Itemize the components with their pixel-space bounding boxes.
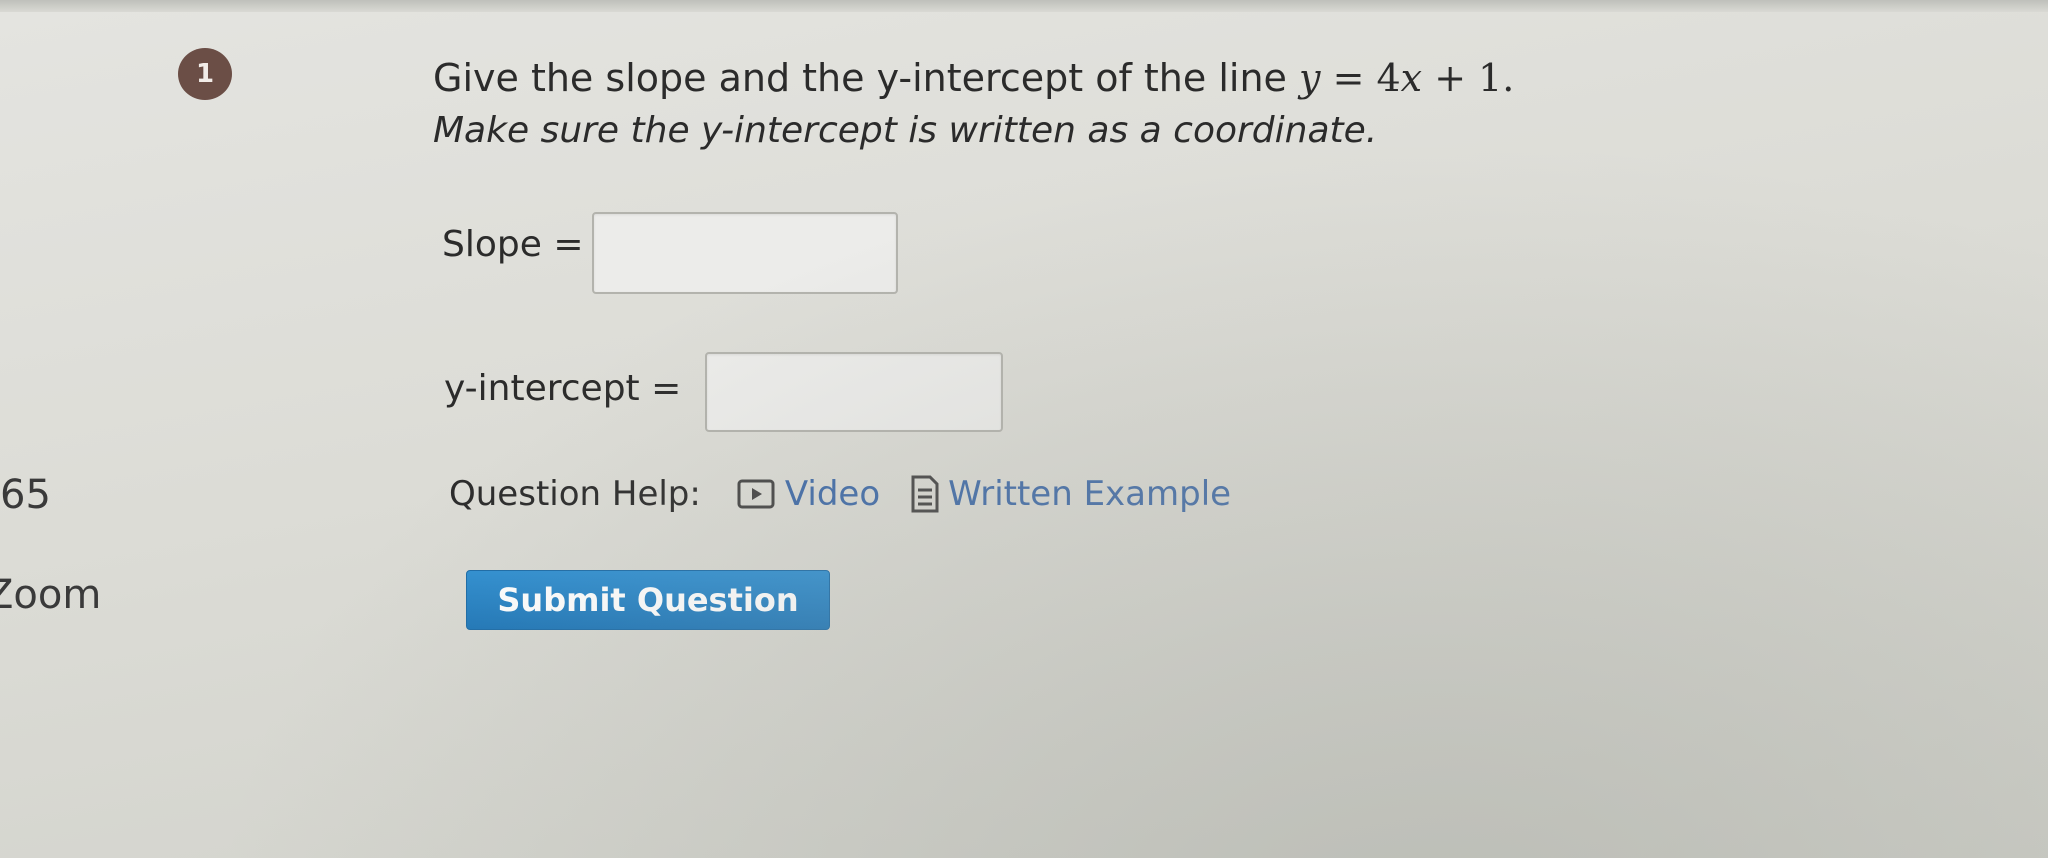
equation-equals: = [1320, 56, 1377, 100]
equation-lhs: y [1299, 56, 1321, 100]
equation: y = 4x + 1. [1299, 56, 1514, 100]
written-example-link[interactable]: Written Example [910, 474, 1231, 514]
equation-period: . [1502, 56, 1515, 100]
question-help-row: Question Help: Video Written Example [449, 474, 1261, 514]
question-help-label: Question Help: [449, 474, 701, 514]
video-help-link[interactable]: Video [737, 474, 880, 514]
slope-input[interactable] [592, 212, 898, 294]
y-intercept-label: y-intercept = [444, 368, 682, 409]
top-divider [0, 0, 2048, 12]
document-icon [911, 475, 939, 513]
slope-label: Slope = [442, 224, 584, 265]
prompt-text: Give the slope and the y-intercept of th… [433, 56, 1300, 100]
submit-question-button[interactable]: Submit Question [466, 570, 830, 630]
equation-variable: x [1400, 56, 1423, 100]
zoom-label[interactable]: Zoom [0, 572, 101, 618]
video-play-icon [737, 479, 775, 509]
question-prompt: Give the slope and the y-intercept of th… [433, 56, 1514, 100]
question-number-badge: 1 [178, 48, 232, 100]
equation-coefficient: 4 [1376, 56, 1401, 100]
equation-constant: 1 [1478, 56, 1503, 100]
question-instruction: Make sure the y-intercept is written as … [433, 110, 1378, 151]
y-intercept-input[interactable] [705, 352, 1003, 432]
video-link-label: Video [784, 474, 881, 514]
side-counter: 65 [0, 472, 51, 518]
written-example-label: Written Example [948, 474, 1232, 514]
equation-plus: + [1422, 56, 1479, 100]
